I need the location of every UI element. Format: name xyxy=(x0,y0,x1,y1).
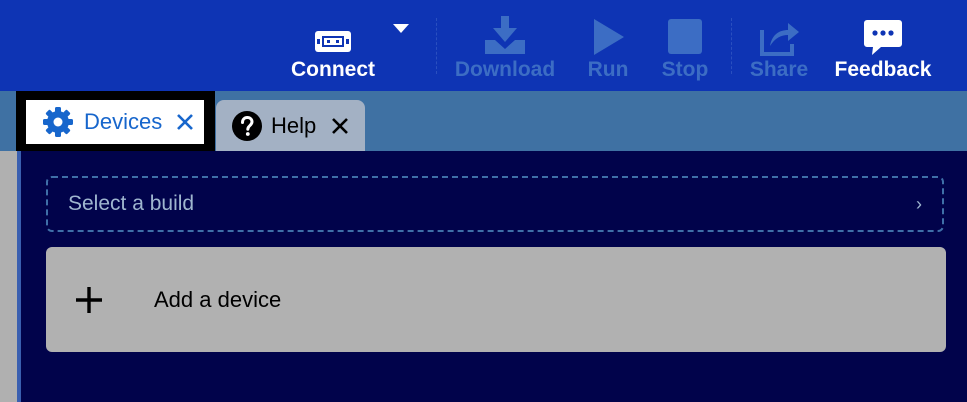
run-button[interactable]: Run xyxy=(585,0,631,91)
stop-icon xyxy=(666,0,704,56)
share-button[interactable]: Share xyxy=(748,0,810,91)
add-device-label: Add a device xyxy=(154,286,282,312)
tab-devices-body[interactable]: Devices xyxy=(26,100,204,144)
toolbar-divider xyxy=(731,18,732,74)
play-icon xyxy=(590,0,626,56)
tab-strip: Devices Help xyxy=(0,91,967,154)
feedback-label: Feedback xyxy=(834,58,932,81)
tab-devices[interactable]: Devices xyxy=(16,91,215,154)
feedback-button[interactable]: Feedback xyxy=(834,0,932,91)
select-build-label: Select a build xyxy=(68,192,195,215)
chevron-right-icon: › xyxy=(916,193,922,214)
close-icon[interactable] xyxy=(331,117,349,135)
download-button[interactable]: Download xyxy=(455,0,555,91)
select-build-dropdown[interactable]: Select a build › xyxy=(46,176,944,232)
plus-icon xyxy=(75,286,103,314)
download-icon xyxy=(482,0,528,56)
stop-button[interactable]: Stop xyxy=(660,0,710,91)
top-toolbar: Connect Download Run Stop Share Feedback xyxy=(0,0,967,91)
download-label: Download xyxy=(454,58,556,81)
stop-label: Stop xyxy=(661,58,709,81)
share-label: Share xyxy=(749,58,809,81)
gear-icon xyxy=(42,106,74,138)
connect-label: Connect xyxy=(291,58,375,81)
close-icon[interactable] xyxy=(176,113,194,131)
chat-bubble-icon xyxy=(863,0,903,56)
tab-help[interactable]: Help xyxy=(216,100,365,151)
caret-down-icon[interactable] xyxy=(393,24,409,33)
run-label: Run xyxy=(587,58,629,81)
share-icon xyxy=(758,0,800,56)
panel-divider[interactable] xyxy=(17,151,21,402)
question-icon xyxy=(232,110,262,141)
connect-button[interactable]: Connect xyxy=(286,0,380,91)
tab-devices-label: Devices xyxy=(84,109,163,134)
add-device-button[interactable]: Add a device xyxy=(46,247,946,352)
toolbar-divider xyxy=(436,18,437,74)
left-panel-edge xyxy=(0,151,17,402)
tab-help-label: Help xyxy=(271,112,317,138)
device-icon xyxy=(313,0,353,56)
